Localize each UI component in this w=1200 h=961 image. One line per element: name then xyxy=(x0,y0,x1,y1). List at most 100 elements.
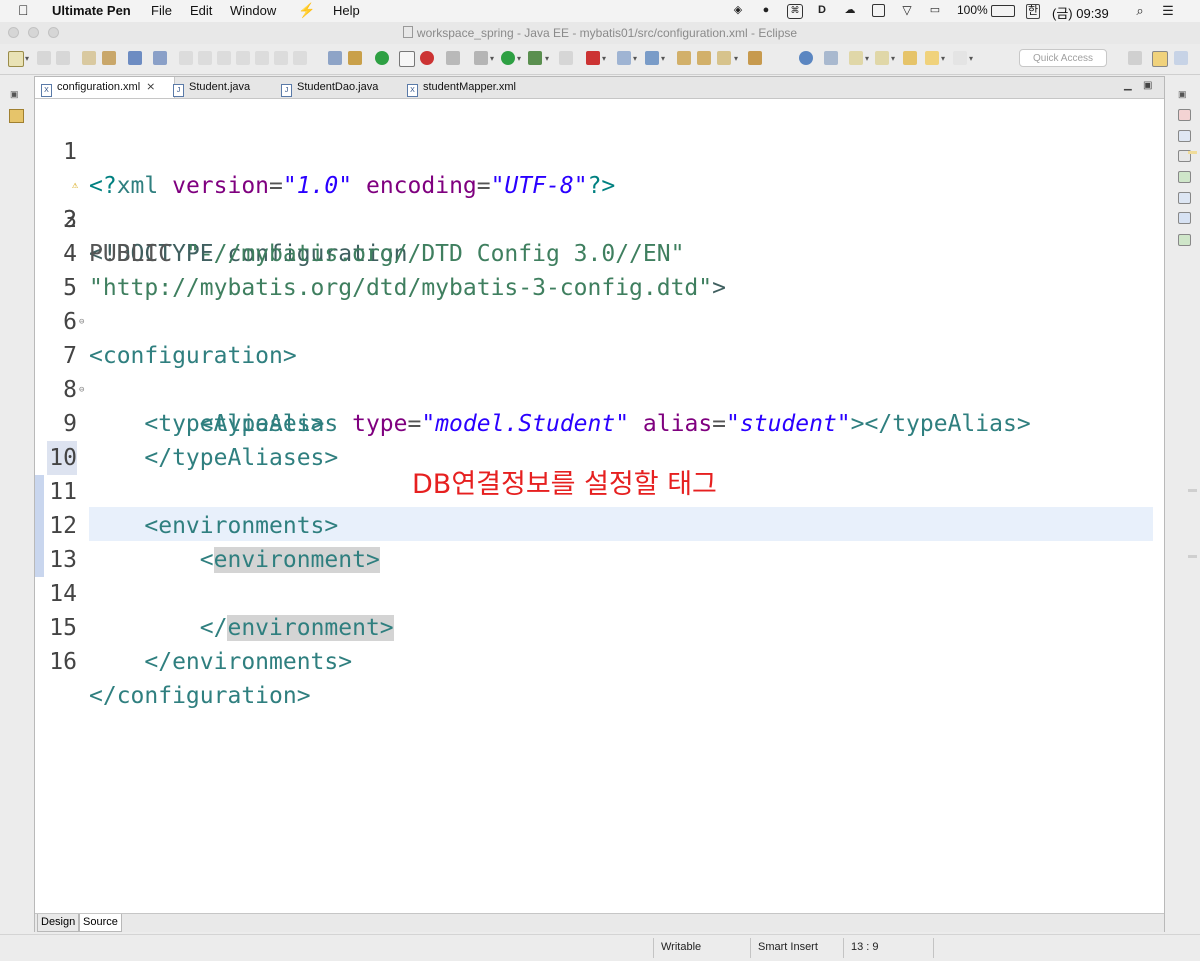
disconnect-icon[interactable] xyxy=(236,51,250,65)
airplay-icon[interactable]: ▭ xyxy=(928,4,942,17)
mac-menu-bar:  Ultimate Pen File Edit Window ⚡ Help ◈… xyxy=(0,0,1200,23)
overview-occurrence-marker[interactable] xyxy=(1188,555,1197,558)
overview-occurrence-marker[interactable] xyxy=(1188,489,1197,492)
chevron-down-icon[interactable]: ▾ xyxy=(490,54,494,63)
toggle-mark-icon[interactable] xyxy=(399,51,415,67)
chevron-down-icon[interactable]: ▾ xyxy=(865,54,869,63)
open-perspective-icon[interactable] xyxy=(1128,51,1142,65)
java-ee-perspective-icon[interactable] xyxy=(1152,51,1168,67)
settings-icon[interactable] xyxy=(446,51,460,65)
git-perspective-icon[interactable] xyxy=(1174,51,1188,65)
restore-icon[interactable]: ▣ xyxy=(1178,89,1187,100)
quick-access-input[interactable]: Quick Access xyxy=(1019,49,1107,67)
resume-icon[interactable] xyxy=(179,51,193,65)
close-icon[interactable]: ⨯ xyxy=(146,81,155,93)
menu-help[interactable]: Help xyxy=(333,3,360,18)
overview-warning-marker[interactable] xyxy=(1188,151,1197,154)
new-icon[interactable] xyxy=(8,51,24,67)
problems-icon[interactable] xyxy=(1178,212,1191,224)
open-resource-icon[interactable] xyxy=(102,51,116,65)
menu-window[interactable]: Window xyxy=(230,3,276,18)
notification-center-icon[interactable]: ☰ xyxy=(1161,4,1175,17)
tab-configuration-xml[interactable]: Xconfiguration.xml ⨯ xyxy=(35,77,175,98)
external-tools-icon[interactable] xyxy=(586,51,600,65)
chat-bubble-icon[interactable]: ● xyxy=(759,4,773,17)
step-return-icon[interactable] xyxy=(293,51,307,65)
chevron-down-icon[interactable]: ▾ xyxy=(633,54,637,63)
last-edit-icon[interactable] xyxy=(903,51,917,65)
chevron-down-icon[interactable]: ▾ xyxy=(602,54,606,63)
console-view-icon[interactable] xyxy=(1178,234,1191,246)
source-code-area[interactable]: 1 <?xml version="1.0" encoding="UTF-8"?>… xyxy=(35,99,1197,913)
chevron-down-icon[interactable]: ▾ xyxy=(734,54,738,63)
input-language-indicator[interactable]: 한 xyxy=(1026,4,1041,19)
build-icon[interactable] xyxy=(348,51,362,65)
skip-breakpoints-icon[interactable] xyxy=(153,51,167,65)
suspend-icon[interactable] xyxy=(198,51,212,65)
open-project-icon[interactable] xyxy=(697,51,711,65)
open-task-icon[interactable] xyxy=(717,51,731,65)
save-all-icon[interactable] xyxy=(56,51,70,65)
outline-icon[interactable] xyxy=(1178,109,1191,121)
console-icon[interactable] xyxy=(128,51,142,65)
chevron-down-icon[interactable]: ▾ xyxy=(969,54,973,63)
project-explorer-icon[interactable] xyxy=(9,109,24,123)
step-over-icon[interactable] xyxy=(274,51,288,65)
app-name-menu[interactable]: Ultimate Pen xyxy=(52,3,131,18)
run-icon[interactable] xyxy=(501,51,515,65)
menubar-clock[interactable]: (금) 09:39 xyxy=(1052,3,1109,22)
snippets-icon[interactable] xyxy=(1178,192,1191,204)
d-app-icon[interactable]: D xyxy=(815,4,829,17)
open-type-icon[interactable] xyxy=(82,51,96,65)
forward-icon[interactable] xyxy=(953,51,967,65)
file-icon xyxy=(402,26,413,38)
menu-file[interactable]: File xyxy=(151,3,172,18)
package-icon[interactable] xyxy=(748,51,762,65)
chevron-down-icon[interactable]: ▾ xyxy=(891,54,895,63)
chevron-down-icon[interactable]: ▾ xyxy=(545,54,549,63)
debug-icon[interactable] xyxy=(474,51,488,65)
stop-icon[interactable] xyxy=(559,51,573,65)
tab-studentdao-java[interactable]: J StudentDao.java xyxy=(281,77,405,98)
record-icon[interactable] xyxy=(420,51,434,65)
tab-student-java[interactable]: J Student.java xyxy=(173,77,277,98)
tab-source[interactable]: Source xyxy=(79,914,122,932)
step-into-icon[interactable] xyxy=(255,51,269,65)
chevron-down-icon[interactable]: ▾ xyxy=(661,54,665,63)
back-icon[interactable] xyxy=(925,51,939,65)
wifi-icon[interactable]: ▽ xyxy=(900,4,914,17)
data-source-icon[interactable] xyxy=(1178,171,1191,183)
spotlight-search-icon[interactable]: ⌕ xyxy=(1133,4,1147,17)
open-folder-icon[interactable] xyxy=(677,51,691,65)
globe-icon[interactable] xyxy=(799,51,813,65)
tab-label: studentMapper.xml xyxy=(423,81,516,93)
window-title-text: workspace_spring - Java EE - mybatis01/s… xyxy=(416,26,798,40)
terminate-icon[interactable] xyxy=(217,51,231,65)
tab-design[interactable]: Design xyxy=(37,914,80,932)
new-server-icon[interactable] xyxy=(617,51,631,65)
minimize-icon[interactable]: ▁ xyxy=(1124,80,1132,91)
search-icon[interactable] xyxy=(824,51,838,65)
chevron-down-icon[interactable]: ▾ xyxy=(517,54,521,63)
server-start-icon[interactable] xyxy=(375,51,389,65)
battery-icon[interactable] xyxy=(991,5,1015,17)
run-coverage-icon[interactable] xyxy=(528,51,542,65)
maximize-icon[interactable]: ▣ xyxy=(1143,80,1152,91)
cloud-icon[interactable]: ☁ xyxy=(843,4,857,17)
dropbox-icon[interactable]: ◈ xyxy=(731,4,745,17)
prev-annotation-icon[interactable] xyxy=(875,51,889,65)
lightning-icon[interactable]: ⚡ xyxy=(298,2,315,19)
tab-studentmapper-xml[interactable]: XstudentMapper.xml xyxy=(407,77,542,98)
ant-icon[interactable] xyxy=(328,51,342,65)
next-annotation-icon[interactable] xyxy=(849,51,863,65)
window-icon[interactable] xyxy=(872,4,885,17)
task-list-icon[interactable] xyxy=(1178,130,1191,142)
chevron-down-icon[interactable]: ▾ xyxy=(25,54,29,63)
command-icon[interactable]: ⌘ xyxy=(787,4,803,19)
new-class-icon[interactable] xyxy=(645,51,659,65)
restore-icon[interactable]: ▣ xyxy=(10,89,19,100)
chevron-down-icon[interactable]: ▾ xyxy=(941,54,945,63)
menu-edit[interactable]: Edit xyxy=(190,3,212,18)
apple-logo-icon[interactable]:  xyxy=(18,2,29,18)
save-icon[interactable] xyxy=(37,51,51,65)
